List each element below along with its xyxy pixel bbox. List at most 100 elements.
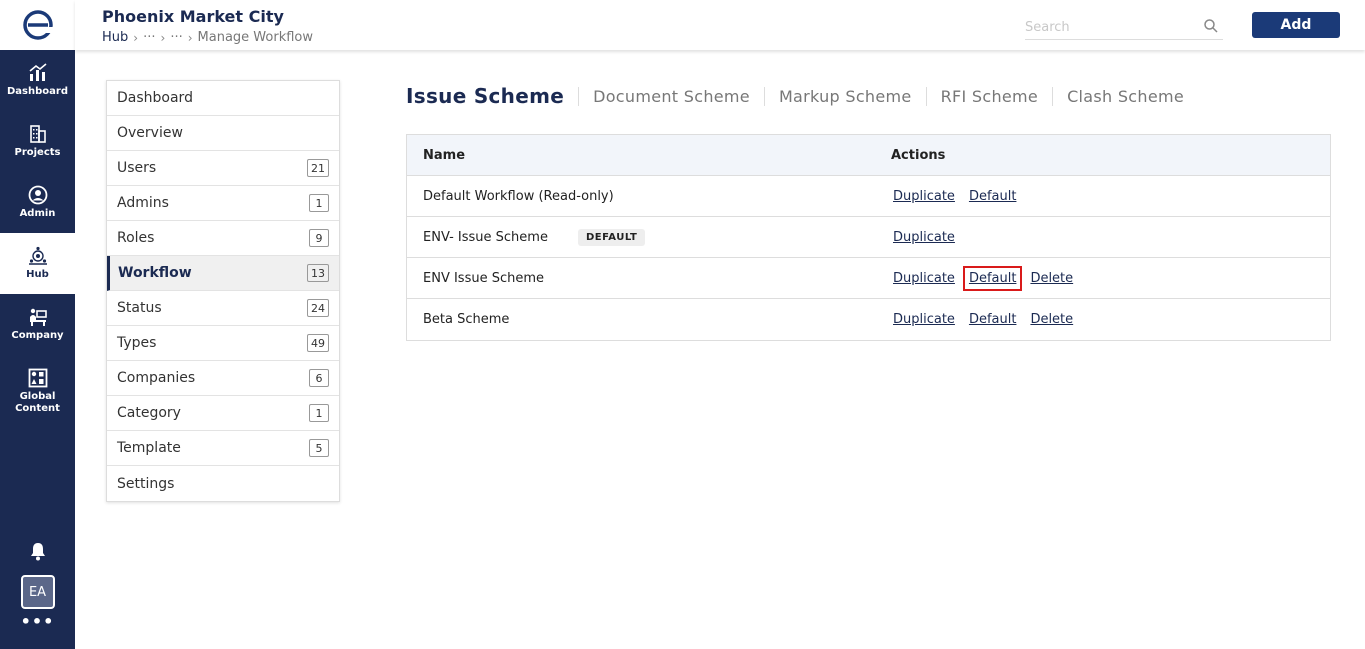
menu-item-dashboard[interactable]: Dashboard [107, 81, 339, 116]
scheme-name: Beta Scheme [423, 312, 510, 327]
duplicate-link[interactable]: Duplicate [891, 188, 957, 205]
count-badge: 6 [309, 369, 329, 387]
search-input[interactable] [1025, 16, 1195, 39]
menu-item-label: Template [117, 440, 181, 456]
duplicate-link[interactable]: Duplicate [891, 229, 957, 246]
menu-item-settings[interactable]: Settings [107, 466, 339, 501]
menu-item-roles[interactable]: Roles 9 [107, 221, 339, 256]
tab-rfi-scheme[interactable]: RFI Scheme [925, 86, 1053, 106]
company-icon [29, 308, 47, 326]
menu-item-users[interactable]: Users 21 [107, 151, 339, 186]
scheme-name: ENV Issue Scheme [423, 270, 545, 286]
rail-label: Projects [14, 147, 61, 158]
menu-item-admins[interactable]: Admins 1 [107, 186, 339, 221]
rail-item-dashboard[interactable]: Dashboard [0, 50, 75, 111]
table-header: Name Actions [407, 135, 1330, 176]
menu-item-status[interactable]: Status 24 [107, 291, 339, 326]
menu-item-template[interactable]: Template 5 [107, 431, 339, 466]
default-badge: DEFAULT [577, 228, 646, 246]
menu-item-label: Status [117, 300, 162, 316]
delete-link[interactable]: Delete [1028, 311, 1075, 328]
column-header-name: Name [423, 147, 466, 163]
settings-menu: Dashboard Overview Users 21 Admins 1 Roles… [106, 80, 340, 502]
project-title: Phoenix Market City [102, 7, 284, 26]
default-link[interactable]: Default [967, 188, 1019, 205]
workflow-table: Name Actions Default Workflow (Read-only… [406, 134, 1331, 341]
rail-item-admin[interactable]: Admin [0, 172, 75, 233]
tab-clash-scheme[interactable]: Clash Scheme [1052, 86, 1198, 106]
table-row: Default Workflow (Read-only) Duplicate D… [407, 176, 1330, 217]
more-menu-icon[interactable]: ••• [21, 614, 55, 630]
menu-item-label: Admins [117, 195, 169, 211]
add-button[interactable]: Add [1252, 12, 1340, 38]
menu-item-types[interactable]: Types 49 [107, 326, 339, 361]
menu-item-label: Companies [117, 370, 196, 386]
hub-icon [28, 246, 47, 265]
duplicate-link[interactable]: Duplicate [891, 270, 957, 287]
rail-label: Admin [19, 208, 56, 219]
count-badge: 49 [307, 334, 329, 352]
count-badge: 1 [309, 404, 329, 422]
logo-icon [22, 10, 53, 40]
chevron-right-icon: › [187, 30, 193, 45]
rail-item-company[interactable]: Company [0, 294, 75, 355]
rail-item-projects[interactable]: Projects [0, 111, 75, 172]
rail-label: Company [11, 330, 64, 341]
breadcrumb: Hub › ··· › ··· › Manage Workflow [102, 30, 313, 45]
rail-label: Global Content [15, 390, 60, 414]
menu-item-label: Settings [117, 475, 175, 492]
tab-issue-scheme[interactable]: Issue Scheme [406, 84, 578, 108]
count-badge: 9 [309, 229, 329, 247]
scheme-name: ENV- Issue Scheme [423, 229, 548, 245]
left-nav-rail: Dashboard Projects Admin Hub Company Glo… [0, 0, 75, 649]
menu-item-label: Dashboard [117, 90, 193, 106]
building-icon [29, 125, 46, 143]
scheme-tabs: Issue Scheme Document Scheme Markup Sche… [406, 82, 1198, 110]
breadcrumb-ellipsis-1[interactable]: ··· [143, 30, 155, 45]
count-badge: 5 [309, 439, 329, 457]
table-row: ENV Issue Scheme Duplicate Default Delet… [407, 258, 1330, 299]
breadcrumb-ellipsis-2[interactable]: ··· [170, 30, 182, 45]
count-badge: 1 [309, 194, 329, 212]
bell-icon[interactable] [28, 541, 48, 561]
tab-markup-scheme[interactable]: Markup Scheme [763, 86, 926, 106]
default-link[interactable]: Default [962, 265, 1023, 291]
menu-item-overview[interactable]: Overview [107, 116, 339, 151]
rail-item-hub[interactable]: Hub [0, 233, 75, 294]
default-link[interactable]: Default [967, 311, 1019, 328]
app-logo[interactable] [0, 0, 75, 50]
column-header-actions: Actions [891, 147, 946, 163]
chevron-right-icon: › [133, 30, 139, 45]
table-row: ENV- Issue Scheme DEFAULT Duplicate [407, 217, 1330, 258]
duplicate-link[interactable]: Duplicate [891, 311, 957, 328]
global-content-icon [28, 368, 47, 387]
top-header: Phoenix Market City Hub › ··· › ··· › Ma… [75, 0, 1365, 50]
rail-label: Hub [26, 269, 49, 280]
user-avatar[interactable]: EA [20, 575, 55, 609]
count-badge: 24 [307, 299, 329, 317]
search-box [1025, 16, 1223, 40]
scheme-name: Default Workflow (Read-only) [423, 188, 614, 204]
admin-icon [28, 185, 47, 205]
count-badge: 13 [307, 264, 329, 282]
search-icon[interactable] [1203, 18, 1219, 34]
rail-item-global-content[interactable]: Global Content [0, 355, 75, 427]
tab-document-scheme[interactable]: Document Scheme [578, 86, 764, 106]
menu-item-label: Roles [117, 230, 155, 246]
rail-label: Dashboard [7, 86, 68, 97]
chevron-right-icon: › [160, 30, 166, 45]
menu-item-companies[interactable]: Companies 6 [107, 361, 339, 396]
breadcrumb-current: Manage Workflow [197, 30, 313, 45]
chart-icon [28, 63, 47, 81]
rail-bottom: EA ••• [0, 541, 75, 649]
table-row: Beta Scheme Duplicate Default Delete [407, 299, 1330, 340]
count-badge: 21 [307, 159, 329, 177]
delete-link[interactable]: Delete [1028, 270, 1075, 287]
menu-item-category[interactable]: Category 1 [107, 396, 339, 431]
menu-item-label: Overview [117, 125, 183, 141]
menu-item-label: Workflow [118, 265, 192, 281]
breadcrumb-hub[interactable]: Hub [102, 30, 128, 45]
menu-item-label: Types [117, 335, 157, 351]
menu-item-label: Users [117, 160, 157, 176]
menu-item-workflow[interactable]: Workflow 13 [107, 256, 339, 291]
